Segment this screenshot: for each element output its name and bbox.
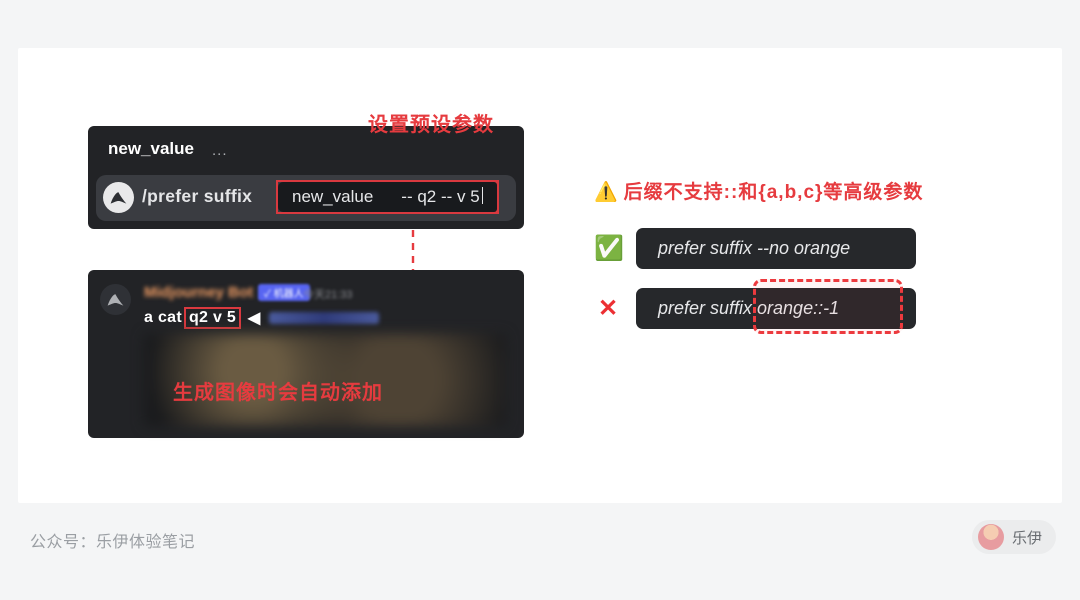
author-chip[interactable]: 乐伊 [972, 520, 1056, 554]
bot-timestamp: 今天21:33 [303, 286, 353, 302]
rules-title: ⚠️ 后缀不支持::和{a,b,c}等高级参数 [594, 177, 923, 204]
content-card: new_value ... /prefer suffix new_value -… [18, 48, 1062, 503]
bot-username: Midjourney Bot [144, 284, 253, 301]
param-pill-group: new_value -- q2 -- v 5 [276, 180, 499, 214]
result-panel: Midjourney Bot ✓ 机器人 今天21:33 a cat q2 v … [88, 270, 524, 438]
chevron-left-icon: ◀ [243, 308, 260, 328]
blurred-text [269, 312, 379, 324]
text-caret-icon [482, 187, 483, 204]
warning-icon: ⚠️ [594, 182, 618, 203]
field-label: new_value [108, 139, 194, 159]
bot-badge: ✓ 机器人 [258, 284, 310, 301]
invalid-highlight-box [753, 279, 903, 334]
annotation-set-preset: 设置预设参数 [368, 108, 494, 137]
prompt-row: a cat q2 v 5 ◀ [144, 307, 379, 329]
param-value-pill[interactable]: -- q2 -- v 5 [387, 180, 498, 214]
author-name: 乐伊 [1012, 527, 1042, 548]
example-valid: ✅ prefer suffix --no orange [594, 228, 916, 269]
command-text: /prefer suffix [142, 186, 252, 207]
ellipsis: ... [212, 142, 228, 159]
midjourney-avatar-icon [100, 284, 131, 315]
command-input-bar[interactable]: /prefer suffix new_value -- q2 -- v 5 [96, 175, 516, 221]
param-value-text: -- q2 -- v 5 [401, 187, 479, 206]
footer-credit: 公众号：乐伊体验笔记 [30, 528, 195, 552]
author-avatar-icon [978, 524, 1004, 550]
prompt-plain: a cat [144, 309, 182, 327]
cross-icon: ✕ [594, 294, 622, 323]
example-valid-text: prefer suffix --no orange [636, 228, 916, 269]
midjourney-avatar-icon [103, 182, 134, 213]
check-icon: ✅ [594, 234, 622, 263]
annotation-auto-added: 生成图像时会自动添加 [173, 376, 383, 405]
prompt-highlight: q2 v 5 [184, 307, 241, 329]
param-name-pill: new_value [278, 182, 387, 212]
rules-title-text: 后缀不支持::和{a,b,c}等高级参数 [624, 182, 924, 203]
command-panel: new_value ... /prefer suffix new_value -… [88, 126, 524, 229]
